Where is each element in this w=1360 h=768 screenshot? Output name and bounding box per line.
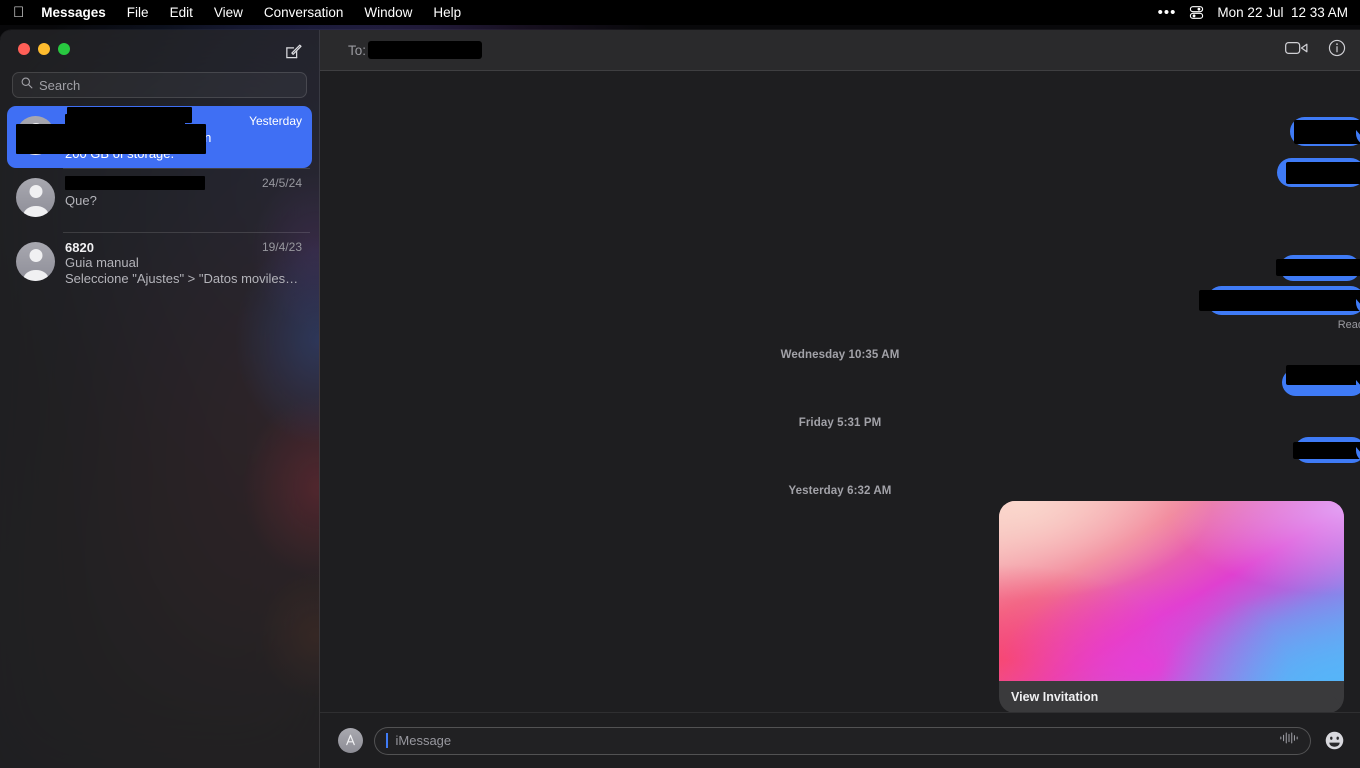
menu-item-messages[interactable]: Messages [41, 5, 106, 20]
message-bubble[interactable] [1282, 365, 1360, 396]
avatar [16, 178, 55, 217]
text-cursor [386, 733, 388, 748]
message-bubble[interactable] [1277, 158, 1360, 187]
sidebar: Yesterday d an iCloud+ subscription 200 … [0, 30, 320, 768]
message-bubble[interactable] [1276, 255, 1360, 281]
message-bubble[interactable] [1293, 437, 1360, 463]
conversation-header: To: [320, 30, 1360, 71]
message-thread[interactable]: ❤️ Read Wednesday 10:35 AM Friday 5:31 P… [320, 71, 1360, 712]
audio-waveform-icon[interactable] [1279, 731, 1299, 750]
search-input[interactable] [39, 77, 298, 93]
to-label: To: [348, 42, 367, 58]
close-button[interactable] [18, 43, 30, 55]
message-input[interactable]: iMessage [374, 726, 1311, 755]
info-circle-icon[interactable] [1328, 39, 1346, 62]
search-container [0, 68, 319, 106]
conversation-list[interactable]: Yesterday d an iCloud+ subscription 200 … [0, 106, 319, 768]
timestamp-divider: Friday 5:31 PM [798, 417, 882, 429]
zoom-button[interactable] [58, 43, 70, 55]
conversation-preview-line2: Seleccione "Ajustes" > "Datos moviles"… [65, 271, 302, 286]
conversation-date: 19/4/23 [261, 240, 302, 254]
facetime-video-icon[interactable] [1285, 40, 1308, 61]
conversation-preview-line1: Guia manual [65, 255, 139, 270]
message-input-placeholder: iMessage [395, 733, 452, 748]
menu-bar-clock[interactable]: Mon 22 Jul 12 33 AM [1217, 5, 1348, 20]
menu-item-file[interactable]: File [127, 5, 149, 20]
redaction-overlay [67, 107, 192, 123]
message-composer: iMessage [320, 712, 1360, 768]
conversation-name: 6820 [65, 240, 94, 255]
avatar [16, 242, 55, 281]
search-field[interactable] [12, 72, 307, 98]
recipient-redacted[interactable] [368, 41, 483, 59]
invitation-attachment[interactable]: View Invitation [999, 501, 1344, 712]
conversation-preview-line1: Que? [65, 193, 97, 208]
list-item[interactable]: Yesterday d an iCloud+ subscription 200 … [7, 106, 312, 168]
window-controls [18, 43, 70, 55]
status-badge: Read [1337, 319, 1360, 331]
menu-item-help[interactable]: Help [433, 5, 461, 20]
control-center-icon[interactable] [1189, 5, 1204, 20]
menu-item-conversation[interactable]: Conversation [264, 5, 344, 20]
conversation-pane: To: Rea Wednesday 10:35 AM Friday 5:31 P… [320, 30, 1360, 768]
message-bubble[interactable] [1290, 117, 1360, 146]
search-icon [21, 76, 33, 94]
conversation-name [65, 176, 256, 193]
invitation-gradient-image [999, 501, 1344, 681]
app-store-icon[interactable] [338, 728, 363, 753]
menu-item-view[interactable]: View [214, 5, 243, 20]
menu-item-window[interactable]: Window [364, 5, 412, 20]
conversation-date: 24/5/24 [261, 176, 302, 190]
menu-overflow-icon[interactable]: ••• [1158, 5, 1177, 20]
emoji-smiley-icon[interactable] [1322, 729, 1346, 753]
message-bubble[interactable] [1199, 286, 1360, 315]
list-item[interactable]: 24/5/24 Que? [7, 168, 312, 232]
redaction-overlay [16, 124, 206, 154]
window-titlebar [0, 30, 319, 68]
timestamp-divider: Wednesday 10:35 AM [780, 349, 900, 361]
conversation-date: Yesterday [249, 114, 302, 128]
minimize-button[interactable] [38, 43, 50, 55]
menu-item-edit[interactable]: Edit [170, 5, 193, 20]
view-invitation-label[interactable]: View Invitation [999, 681, 1344, 712]
compose-new-message-icon[interactable] [282, 40, 304, 62]
timestamp-divider: Yesterday 6:32 AM [788, 485, 892, 497]
messages-window: Yesterday d an iCloud+ subscription 200 … [0, 30, 1360, 768]
apple-logo-icon[interactable]:  [13, 5, 24, 20]
menu-bar:  Messages File Edit View Conversation W… [0, 0, 1360, 25]
list-item[interactable]: 6820 19/4/23 Guia manual Seleccione "Aju… [7, 232, 312, 296]
